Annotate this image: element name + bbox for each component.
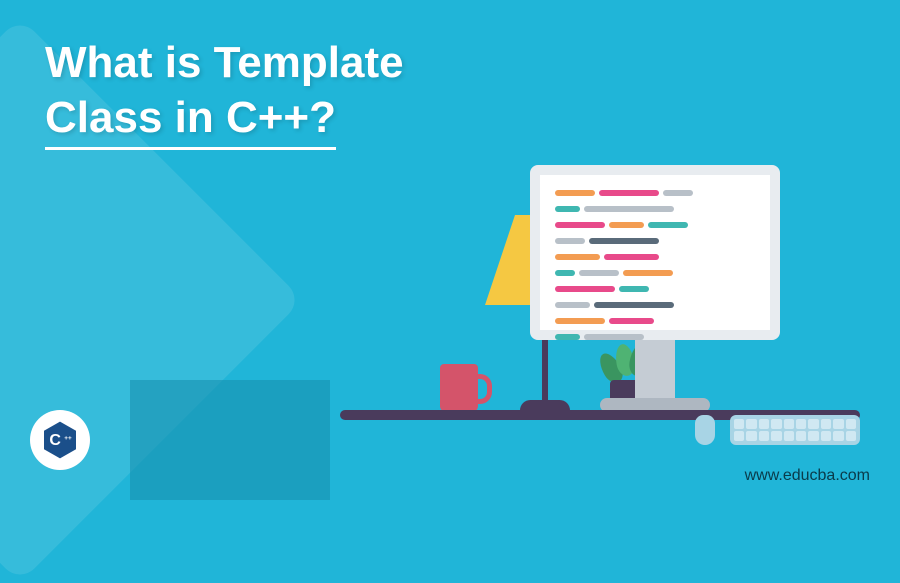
desk-illustration <box>340 80 860 460</box>
website-url: www.educba.com <box>745 467 870 485</box>
coffee-mug-icon <box>440 364 478 412</box>
mouse-icon <box>695 415 715 445</box>
logo-plus: ++ <box>64 435 72 442</box>
keyboard-icon <box>730 415 860 445</box>
logo-letter: C <box>49 432 61 449</box>
cpp-logo-badge: C ++ <box>30 410 90 470</box>
background-bottom-decoration <box>130 380 330 500</box>
title-line-2: Class in C++? <box>45 90 336 150</box>
cpp-hexagon-icon: C ++ <box>40 420 80 460</box>
monitor-screen <box>530 165 780 340</box>
